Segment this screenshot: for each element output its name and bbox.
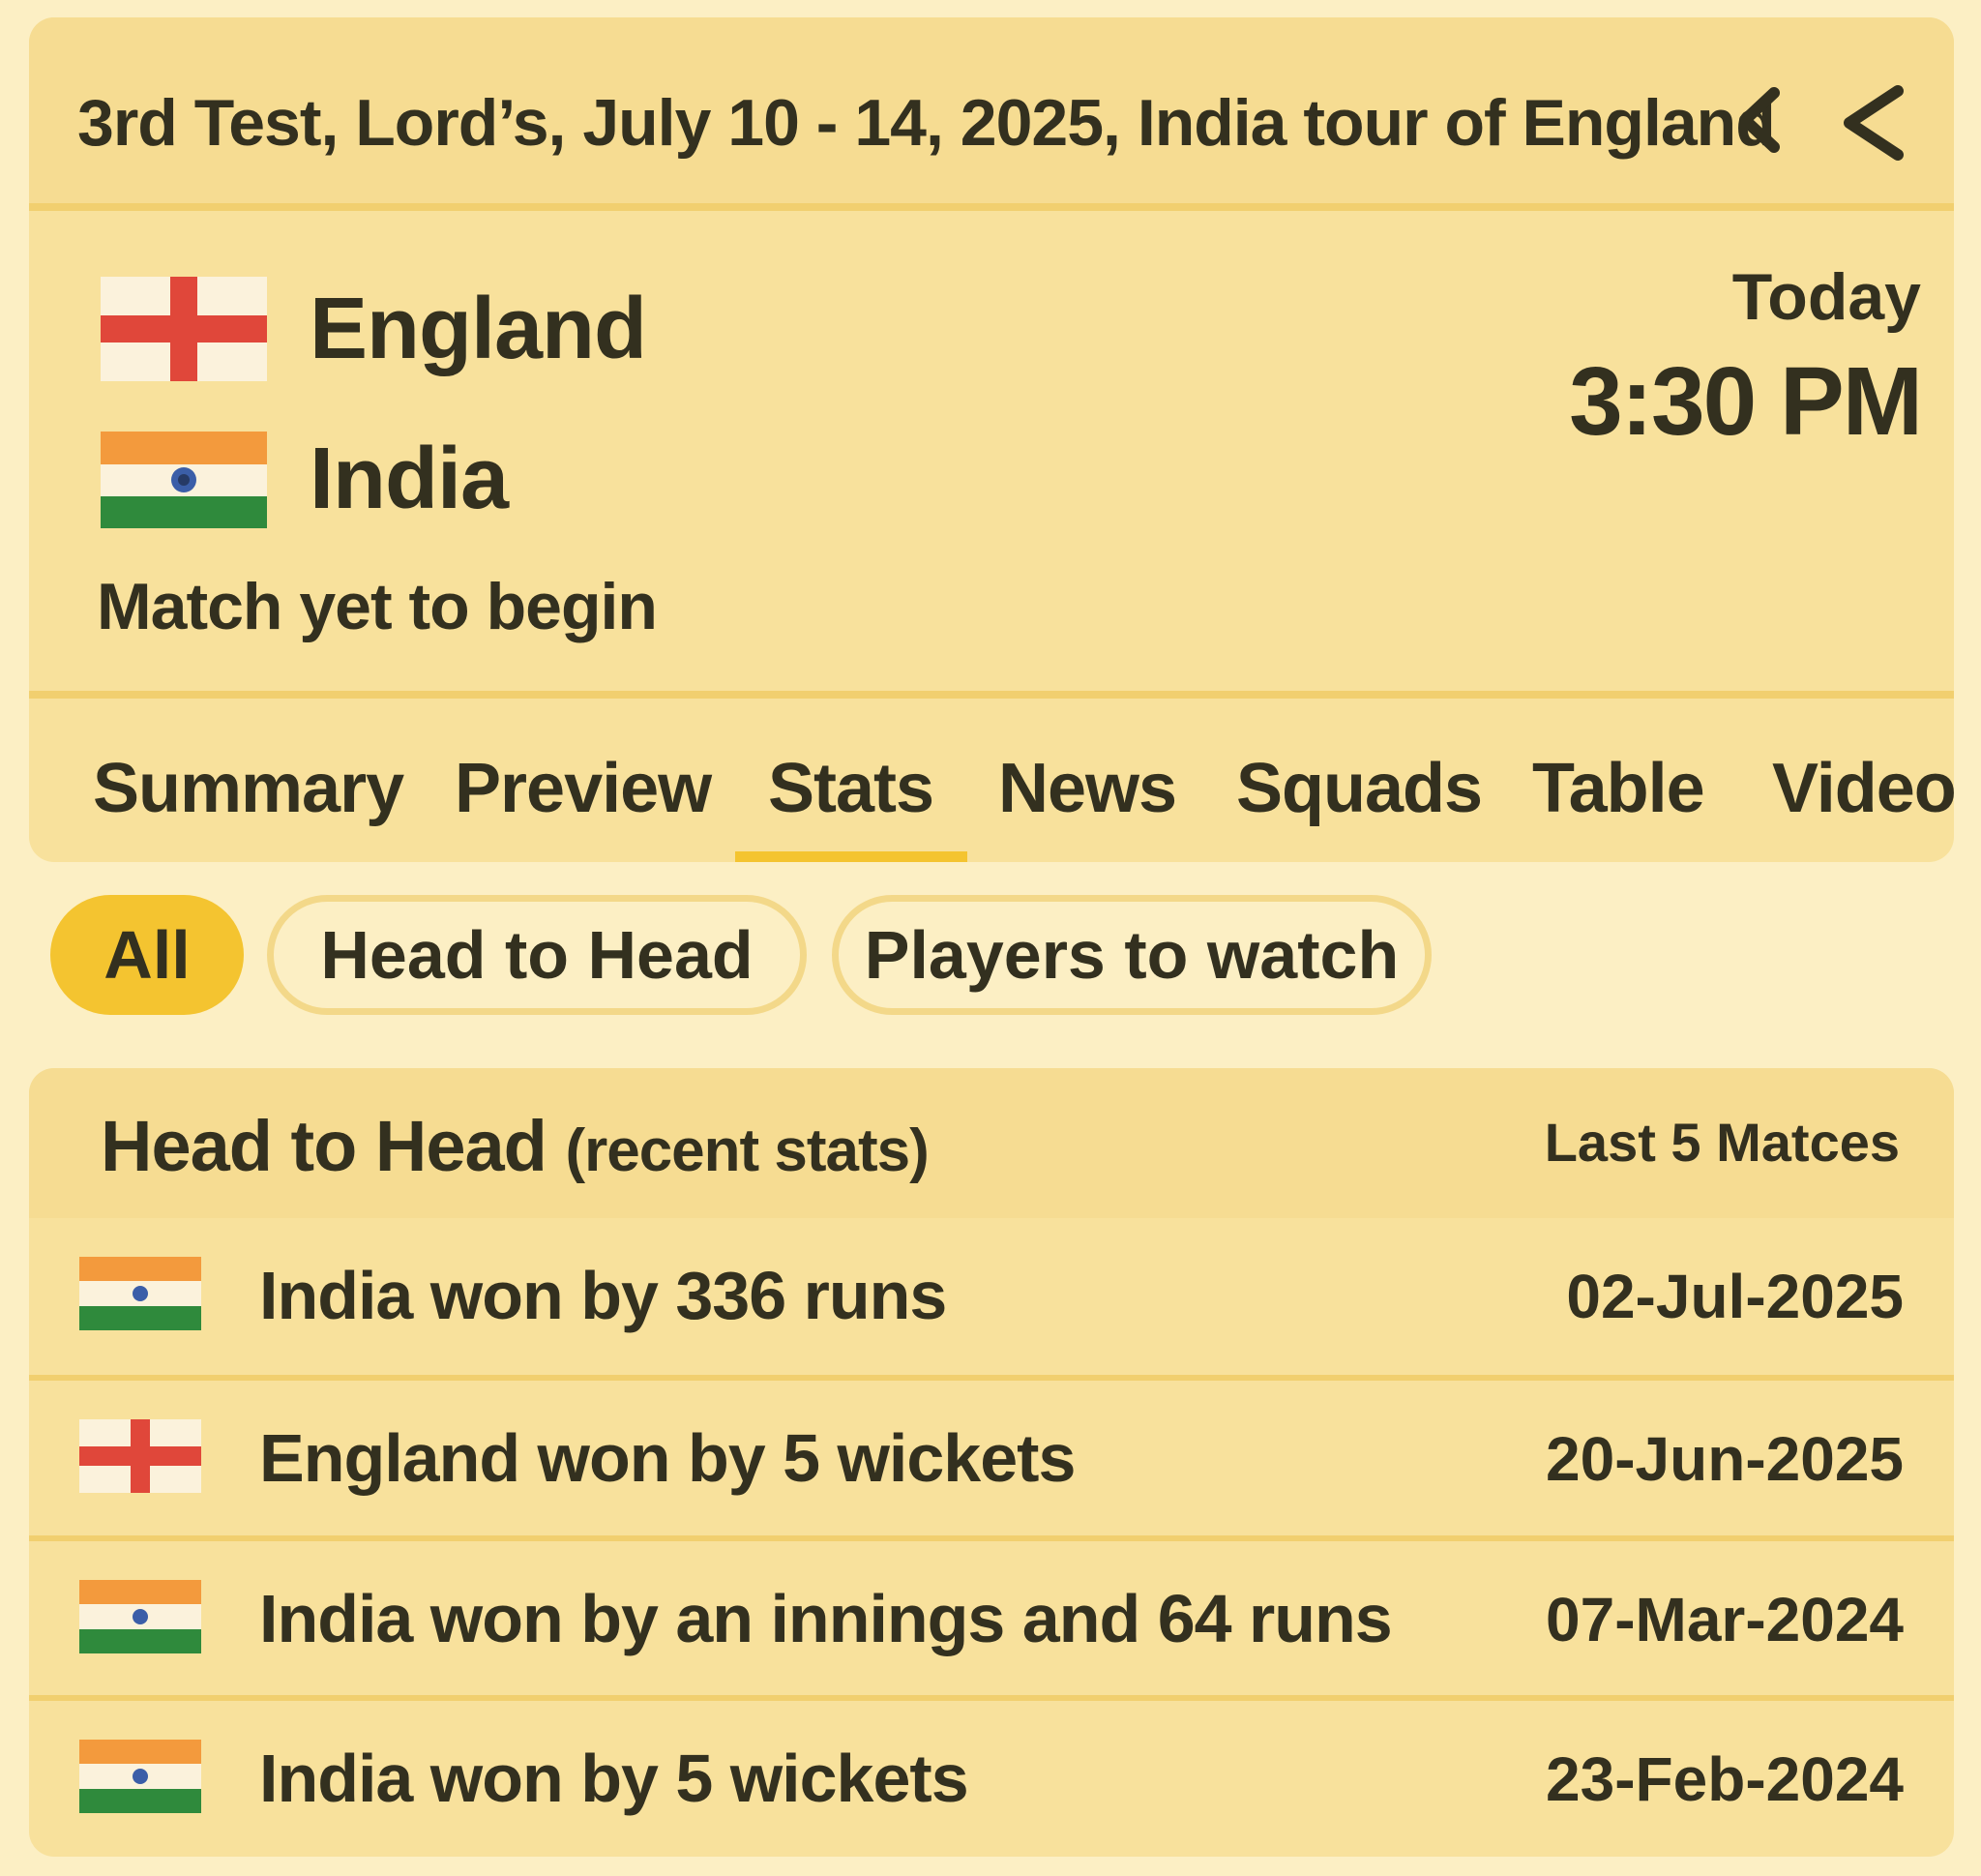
active-tab-indicator [735, 851, 967, 862]
tab-bar: Summary Preview Stats News Squads Table … [29, 691, 1954, 862]
h2h-title: Head to Head (recent stats) [101, 1105, 930, 1187]
h2h-result: India won by an innings and 64 runs [259, 1581, 1393, 1656]
tab-stats[interactable]: Stats [768, 749, 934, 828]
team2-name: India [310, 431, 509, 527]
team-india[interactable]: India [101, 430, 509, 529]
h2h-count-label[interactable]: Last 5 Matces [1545, 1111, 1900, 1174]
match-time: 3:30 PM [1569, 347, 1923, 456]
tab-summary[interactable]: Summary [93, 749, 404, 828]
filter-head-to-head-chip[interactable]: Head to Head [267, 895, 807, 1015]
england-flag-icon [79, 1419, 201, 1493]
tab-squads[interactable]: Squads [1236, 749, 1483, 828]
india-flag-icon [79, 1740, 201, 1813]
england-flag-icon [101, 277, 267, 381]
match-day: Today [1731, 260, 1921, 334]
head-to-head-card: Head to Head (recent stats) Last 5 Matce… [29, 1068, 1954, 1857]
india-flag-icon [79, 1580, 201, 1653]
h2h-result: India won by 5 wickets [259, 1741, 969, 1816]
filter-all-chip[interactable]: All [50, 895, 244, 1015]
match-header-card: 3rd Test, Lord’s, July 10 - 14, 2025, In… [29, 17, 1954, 862]
india-flag-icon [79, 1257, 201, 1330]
team-england[interactable]: England [101, 277, 647, 381]
match-status: Match yet to begin [97, 570, 658, 643]
india-flag-icon [101, 431, 267, 528]
title-bar: 3rd Test, Lord’s, July 10 - 14, 2025, In… [29, 17, 1954, 211]
h2h-title-main: Head to Head [101, 1106, 547, 1186]
team1-name: England [310, 280, 647, 377]
h2h-subtitle: (recent stats) [565, 1117, 929, 1184]
h2h-date: 02-Jul-2025 [1566, 1262, 1904, 1331]
h2h-date: 07-Mar-2024 [1546, 1585, 1904, 1654]
series-title: 3rd Test, Lord’s, July 10 - 14, 2025, In… [77, 86, 1776, 160]
h2h-row[interactable]: India won by 5 wickets 23-Feb-2024 [29, 1701, 1954, 1857]
chevron-left-small-icon[interactable] [1731, 83, 1789, 157]
h2h-row[interactable]: India won by 336 runs 02-Jul-2025 [29, 1218, 1954, 1379]
h2h-header: Head to Head (recent stats) Last 5 Matce… [29, 1068, 1954, 1218]
match-info: England India Today 3:30 PM Match yet to… [29, 211, 1954, 691]
tab-news[interactable]: News [998, 749, 1177, 828]
h2h-row[interactable]: England won by 5 wickets 20-Jun-2025 [29, 1381, 1954, 1541]
tab-video[interactable]: Video [1772, 749, 1954, 828]
h2h-date: 23-Feb-2024 [1546, 1744, 1904, 1814]
back-icon[interactable] [1836, 83, 1913, 163]
filter-players-chip[interactable]: Players to watch [832, 895, 1432, 1015]
h2h-result: India won by 336 runs [259, 1258, 947, 1333]
h2h-result: England won by 5 wickets [259, 1420, 1076, 1496]
tab-preview[interactable]: Preview [455, 749, 712, 828]
tab-table[interactable]: Table [1532, 749, 1705, 828]
h2h-row[interactable]: India won by an innings and 64 runs 07-M… [29, 1541, 1954, 1702]
h2h-date: 20-Jun-2025 [1546, 1424, 1904, 1494]
